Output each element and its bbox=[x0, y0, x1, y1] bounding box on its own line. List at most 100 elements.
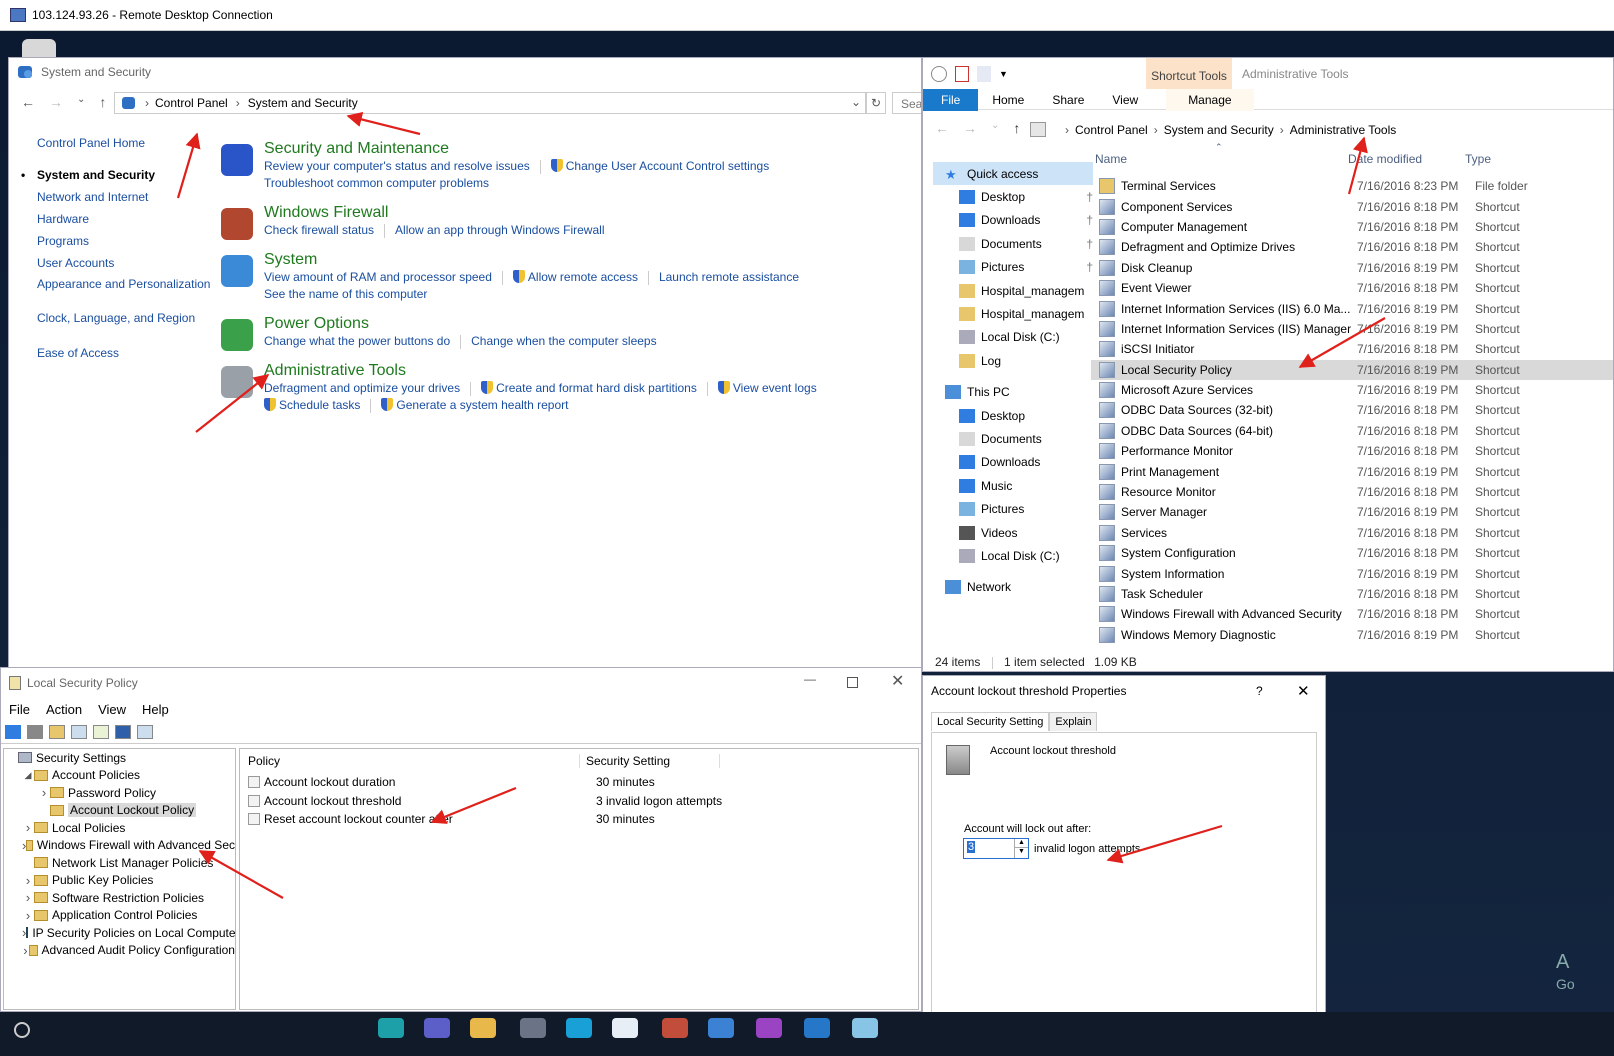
nav-item-local-disk-c[interactable]: Local Disk (C:) bbox=[933, 544, 1093, 567]
back-arrow-icon[interactable] bbox=[5, 724, 21, 739]
spin-up-icon[interactable]: ▲ bbox=[1014, 839, 1028, 848]
help-button[interactable]: ? bbox=[1256, 684, 1263, 698]
recycle-bin-icon[interactable] bbox=[22, 39, 56, 59]
close-icon[interactable]: ✕ bbox=[1297, 682, 1310, 700]
policy-row[interactable]: Account lockout threshold 3 invalid logon… bbox=[240, 792, 918, 811]
link-launch-remote-assistance[interactable]: Launch remote assistance bbox=[659, 270, 799, 284]
minimize-icon[interactable]: — bbox=[804, 672, 816, 686]
tab-view[interactable]: View bbox=[1098, 89, 1152, 111]
spin-down-icon[interactable]: ▼ bbox=[1014, 848, 1028, 858]
expand-closed-icon[interactable]: › bbox=[22, 873, 34, 888]
export-list-icon[interactable] bbox=[93, 724, 109, 739]
sidebar-item-system-and-security[interactable]: • System and Security bbox=[21, 164, 217, 186]
nav-item-downloads[interactable]: Downloads bbox=[933, 451, 1093, 474]
file-row[interactable]: Task Scheduler 7/16/2016 8:18 PM Shortcut bbox=[1091, 584, 1613, 604]
checkmark-icon[interactable] bbox=[955, 66, 969, 82]
link-allow-an-app-through-windows-firewall[interactable]: Allow an app through Windows Firewall bbox=[395, 223, 604, 237]
column-name[interactable]: Name bbox=[1095, 152, 1127, 166]
link-create-and-format-hard-disk-partitions[interactable]: Create and format hard disk partitions bbox=[496, 381, 697, 395]
file-row[interactable]: Performance Monitor 7/16/2016 8:18 PM Shor… bbox=[1091, 441, 1613, 461]
nav-item-this-pc[interactable]: This PC bbox=[933, 381, 1093, 404]
security-policy-taskbar-icon[interactable] bbox=[612, 1018, 638, 1038]
help-icon[interactable] bbox=[115, 724, 131, 739]
nav-item-desktop[interactable]: Desktop bbox=[933, 404, 1093, 427]
policy-row[interactable]: Reset account lockout counter after 30 mi… bbox=[240, 810, 918, 829]
section-title[interactable]: Power Options bbox=[264, 315, 911, 333]
back-arrow-icon[interactable]: ← bbox=[935, 120, 949, 136]
menu-view[interactable]: View bbox=[98, 702, 126, 717]
explorer-address-bar[interactable]: › Control Panel › System and Security › … bbox=[1030, 119, 1610, 141]
link-allow-remote-access[interactable]: Allow remote access bbox=[528, 270, 638, 284]
tab-share[interactable]: Share bbox=[1038, 89, 1098, 111]
sidebar-item-ease-of-access[interactable]: Ease of Access bbox=[37, 342, 217, 364]
tab-explain[interactable]: Explain bbox=[1049, 712, 1098, 731]
tab-local-security-setting[interactable]: Local Security Setting bbox=[931, 712, 1050, 731]
nav-item-documents[interactable]: Documents bbox=[933, 427, 1093, 450]
edge-icon[interactable] bbox=[378, 1018, 404, 1038]
expand-open-icon[interactable]: ◢ bbox=[22, 770, 34, 781]
link-check-firewall-status[interactable]: Check firewall status bbox=[264, 223, 374, 237]
breadcrumb-item[interactable]: Administrative Tools bbox=[1290, 123, 1397, 137]
nav-item-local-disk-c[interactable]: Local Disk (C:) bbox=[933, 326, 1093, 349]
lockout-threshold-value[interactable]: 3 bbox=[967, 841, 976, 853]
forward-arrow-icon[interactable]: → bbox=[963, 120, 977, 136]
nav-item-downloads[interactable]: Downloads † bbox=[933, 209, 1093, 232]
app-icon[interactable] bbox=[708, 1018, 734, 1038]
section-title[interactable]: Windows Firewall bbox=[264, 204, 911, 222]
tree-item-windows-firewall-with-advanced-sec[interactable]: › Windows Firewall with Advanced Sec bbox=[4, 837, 235, 855]
properties-icon[interactable] bbox=[931, 66, 947, 82]
back-arrow-icon[interactable]: ← bbox=[21, 94, 35, 110]
breadcrumb-item[interactable]: System and Security bbox=[248, 96, 358, 110]
column-date-modified[interactable]: Date modified bbox=[1348, 152, 1422, 166]
expand-closed-icon[interactable]: › bbox=[22, 908, 34, 923]
app-icon[interactable] bbox=[520, 1018, 546, 1038]
menu-help[interactable]: Help bbox=[142, 702, 169, 717]
section-title[interactable]: Security and Maintenance bbox=[264, 140, 911, 158]
file-row[interactable]: ODBC Data Sources (64-bit) 7/16/2016 8:18… bbox=[1091, 421, 1613, 441]
action-pane-icon[interactable] bbox=[137, 724, 153, 739]
link-see-the-name-of-this-computer[interactable]: See the name of this computer bbox=[264, 287, 427, 301]
link-change-what-the-power-buttons-do[interactable]: Change what the power buttons do bbox=[264, 334, 450, 348]
search-input[interactable]: Sear bbox=[892, 92, 921, 114]
file-row[interactable]: iSCSI Initiator 7/16/2016 8:18 PM Shortcut bbox=[1091, 339, 1613, 359]
app-icon[interactable] bbox=[852, 1018, 878, 1038]
link-change-user-account-control-settings[interactable]: Change User Account Control settings bbox=[566, 159, 769, 173]
nav-item-hospital-managem[interactable]: Hospital_managem bbox=[933, 279, 1093, 302]
nav-item-hospital-managem[interactable]: Hospital_managem bbox=[933, 302, 1093, 325]
file-row[interactable]: Print Management 7/16/2016 8:19 PM Shortcu… bbox=[1091, 461, 1613, 481]
file-row[interactable]: Windows Memory Diagnostic 7/16/2016 8:19 … bbox=[1091, 625, 1613, 645]
nav-item-log[interactable]: Log bbox=[933, 349, 1093, 372]
expand-closed-icon[interactable]: › bbox=[22, 943, 29, 958]
link-view-event-logs[interactable]: View event logs bbox=[733, 381, 817, 395]
expand-closed-icon[interactable]: › bbox=[22, 890, 34, 905]
tree-item-application-control-policies[interactable]: › Application Control Policies bbox=[4, 907, 235, 925]
file-row[interactable]: Services 7/16/2016 8:18 PM Shortcut bbox=[1091, 523, 1613, 543]
column-policy[interactable]: Policy bbox=[240, 754, 580, 768]
tree-item-public-key-policies[interactable]: › Public Key Policies bbox=[4, 872, 235, 890]
section-title[interactable]: Administrative Tools bbox=[264, 362, 911, 380]
lockout-threshold-stepper[interactable]: 3 ▲ ▼ bbox=[963, 838, 1029, 859]
close-icon[interactable]: ✕ bbox=[891, 671, 904, 691]
nav-item-music[interactable]: Music bbox=[933, 474, 1093, 497]
file-row[interactable]: Windows Firewall with Advanced Security 7… bbox=[1091, 604, 1613, 624]
sidebar-item-hardware[interactable]: Hardware bbox=[37, 208, 217, 230]
file-row[interactable]: Component Services 7/16/2016 8:18 PM Short… bbox=[1091, 196, 1613, 216]
nav-item-videos[interactable]: Videos bbox=[933, 521, 1093, 544]
up-arrow-icon[interactable]: ↑ bbox=[1013, 120, 1020, 136]
file-row[interactable]: Internet Information Services (IIS) 6.0 … bbox=[1091, 298, 1613, 318]
tab-file[interactable]: File bbox=[923, 89, 979, 111]
file-row[interactable]: Server Manager 7/16/2016 8:19 PM Shortcut bbox=[1091, 502, 1613, 522]
chevron-down-icon[interactable]: ⌄ bbox=[851, 95, 861, 109]
nav-item-network[interactable]: Network bbox=[933, 576, 1093, 599]
column-security-setting[interactable]: Security Setting bbox=[580, 754, 720, 768]
breadcrumb-item[interactable]: System and Security bbox=[1164, 123, 1274, 137]
chevron-down-icon[interactable]: ▼ bbox=[999, 69, 1008, 79]
maximize-icon[interactable] bbox=[847, 677, 858, 688]
policy-row[interactable]: Account lockout duration 30 minutes bbox=[240, 773, 918, 792]
sidebar-item-programs[interactable]: Programs bbox=[37, 230, 217, 252]
tree-item-ip-security-policies-on-local-compute[interactable]: › IP Security Policies on Local Compute bbox=[4, 924, 235, 942]
link-review-your-computer-s-status-and-resolve-issues[interactable]: Review your computer's status and resolv… bbox=[264, 159, 530, 173]
search-icon[interactable] bbox=[14, 1022, 30, 1038]
tree-item-software-restriction-policies[interactable]: › Software Restriction Policies bbox=[4, 889, 235, 907]
expand-closed-icon[interactable]: › bbox=[38, 785, 50, 800]
